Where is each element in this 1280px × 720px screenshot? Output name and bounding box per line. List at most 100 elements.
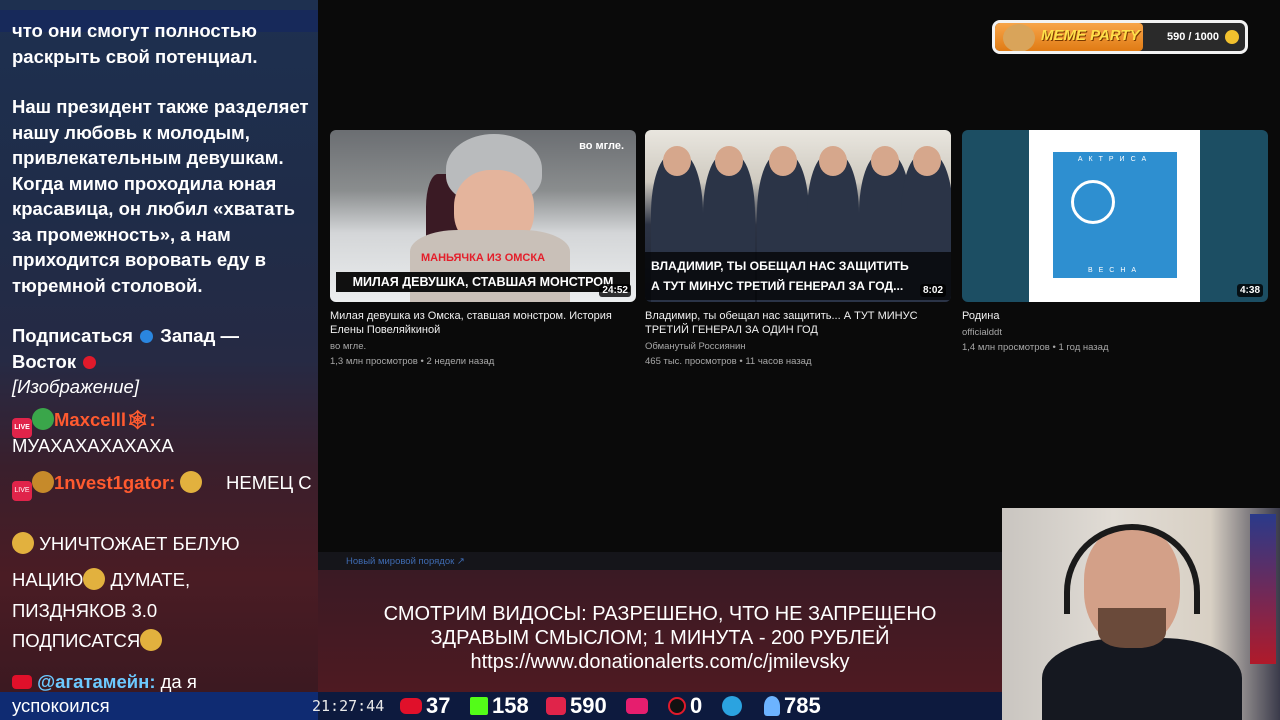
message-text: НЕМЕЦ С ЕВРЕЙСКОЙ ФАМИЛИЕЙ [226,472,318,493]
kick-viewers: 158 [492,693,529,718]
banner-line: ЗДРАВЫМ СМЫСЛОМ; 1 МИНУТА - 200 РУБЛЕЙ [430,627,890,649]
thumb-red-caption: МАНЬЯЧКА ИЗ ОМСКА [420,252,546,264]
rutube-viewers: 0 [690,693,703,718]
rutube-count: 0 [668,692,702,720]
poster-text: ВЕСНА [1087,267,1143,274]
video-duration: 24:52 [599,284,631,297]
chat-message-text: ПИЗДНЯКОВ 3.0 [12,595,312,626]
doge-icon [1003,24,1035,51]
poster-art: АКТРИСА ВЕСНА [1053,152,1177,278]
video-thumbnail[interactable]: во мгле. МАНЬЯЧКА ИЗ ОМСКА МИЛАЯ ДЕВУШКА… [330,130,636,302]
meme-party-widget: MEME PARTY 590 / 1000 [992,20,1248,54]
emote-icon [32,408,54,430]
chat-panel: что они смогут полностью раскрыть свой п… [0,0,318,720]
poster-text: АКТРИСА [1077,156,1153,163]
emote-icon [140,629,163,651]
youtube-viewers: 37 [426,693,451,718]
channel-name[interactable]: officialddt [962,327,1268,338]
streamer-beard [1098,608,1166,648]
coin-icon [1225,30,1239,44]
album-poster: АКТРИСА ВЕСНА [1029,130,1200,302]
chat-message-text: УНИЧТОЖАЕТ БЕЛУЮ [12,528,312,559]
banner-line: СМОТРИМ ВИДОСЫ: РАЗРЕШЕНО, ЧТО НЕ ЗАПРЕЩ… [383,603,937,625]
video-meta: 465 тыс. просмотров • 11 часов назад [645,356,812,367]
video-duration: 4:38 [1236,284,1263,297]
emote-icon [83,568,106,590]
stream-stats-bar: 21:27:44 37 158 590 2 0 785 [0,692,1002,720]
playlist-hint-text[interactable]: Новый мировой порядок ↗ [346,556,465,567]
emote-icon [32,471,54,493]
message-text: МУАХАХАХАХАХА [12,435,174,456]
stream-clock: 21:27:44 [312,697,385,715]
message-text: ПОДПИСАТСЯ [12,630,141,651]
banner-link: https://www.donationalerts.com/c/jmilevs… [470,651,850,673]
image-tag: [Изображение] [12,376,139,397]
thumb-caption-line: ВЛАДИМИР, ТЫ ОБЕЩАЛ НАС ЗАЩИТИТЬ [651,259,909,273]
video-title[interactable]: Милая девушка из Омска, ставшая монстром… [330,309,636,337]
video-thumbnail[interactable]: АКТРИСА ВЕСНА 4:38 [962,130,1268,302]
message-text: ПИЗДНЯКОВ 3.0 [12,600,158,621]
flag-shape [1250,514,1276,664]
chat-username[interactable]: Maxcelll🕸: [54,409,156,430]
webcam-feed [1002,508,1280,720]
vk-count: 590 [546,692,607,720]
message-line: раскрыть свой потенциал. [12,45,258,67]
emote-icon [180,471,203,493]
subscribe-west: Запад — [160,325,239,346]
youtube-icon [12,675,32,689]
playlist-hint[interactable]: Новый мировой порядок ↗ [318,552,1002,570]
chat-main-message: что они смогут полностью раскрыть свой п… [12,18,312,400]
message-text: ДУМАТЕ, [110,569,191,590]
youtube-count: 37 [400,692,450,720]
channel-name[interactable]: во мгле. [330,341,636,352]
video-card[interactable]: АКТРИСА ВЕСНА 4:38 Родина officialddt 1,… [962,130,1268,353]
video-card[interactable]: ВЛАДИМИР, ТЫ ОБЕЩАЛ НАС ЗАЩИТИТЬ А ТУТ М… [645,130,951,367]
emote-icon [12,532,34,554]
chat-message-text: ПОДПИСАТСЯ [12,625,312,656]
telegram-count [722,692,746,720]
total-viewers-value: 785 [784,693,821,718]
sun-icon [1071,180,1115,224]
meme-party-count: 590 / 1000 [1167,31,1219,43]
thumb-caption: ВЛАДИМИР, ТЫ ОБЕЩАЛ НАС ЗАЩИТИТЬ А ТУТ М… [645,252,951,300]
red-circle-icon [83,355,97,369]
message-text: да я [160,671,197,692]
chat-username[interactable]: @агатамейн: [37,671,155,692]
kick-icon [470,697,488,715]
thumb-channel-tag: во мгле. [579,140,624,152]
kick-count: 158 [470,692,529,720]
video-title[interactable]: Родина [962,309,1268,323]
channel-name[interactable]: Обманутый Россиянин [645,341,951,352]
person-icon [764,696,780,716]
video-thumbnail[interactable]: ВЛАДИМИР, ТЫ ОБЕЩАЛ НАС ЗАЩИТИТЬ А ТУТ М… [645,130,951,302]
streamer-body [1042,638,1242,720]
telegram-icon [722,696,742,716]
total-viewers: 785 [764,692,821,720]
thumb-caption-line: А ТУТ МИНУС ТРЕТИЙ ГЕНЕРАЛ ЗА ГОД... [651,279,904,293]
video-meta: 1,4 млн просмотров • 1 год назад [962,342,1109,353]
donation-banner: СМОТРИМ ВИДОСЫ: РАЗРЕШЕНО, ЧТО НЕ ЗАПРЕЩ… [318,570,1002,692]
meme-party-label: MEME PARTY [1041,27,1140,44]
subscribe-label: Подписаться [12,325,133,346]
video-card[interactable]: во мгле. МАНЬЯЧКА ИЗ ОМСКА МИЛАЯ ДЕВУШКА… [330,130,636,367]
vk-viewers: 590 [570,693,607,718]
message-paragraph: Наш президент также разделяет нашу любов… [12,96,309,296]
chat-message-text: МУАХАХАХАХАХА [12,430,312,461]
play-icon [626,698,648,714]
message-line: что они смогут полностью [12,20,257,41]
blue-circle-icon [140,330,154,343]
video-title[interactable]: Владимир, ты обещал нас защитить... А ТУ… [645,309,951,337]
video-duration: 8:02 [919,284,946,297]
message-text: НАЦИЮ [12,569,84,590]
video-meta: 1,3 млн просмотров • 2 недели назад [330,356,495,367]
headset-icon [1064,524,1200,614]
play-count: 2 [626,692,652,720]
vk-live-icon [546,697,566,715]
chat-message-text: НАЦИЮ ДУМАТЕ, [12,564,312,595]
message-text: УНИЧТОЖАЕТ БЕЛУЮ [39,533,240,554]
live-badge-icon: LIVE [12,481,32,501]
youtube-icon [400,698,422,714]
rutube-icon [668,697,686,715]
chat-username[interactable]: 1nvest1gator: [54,472,175,493]
thumb-caption: МИЛАЯ ДЕВУШКА, СТАВШАЯ МОНСТРОМ [336,272,630,292]
